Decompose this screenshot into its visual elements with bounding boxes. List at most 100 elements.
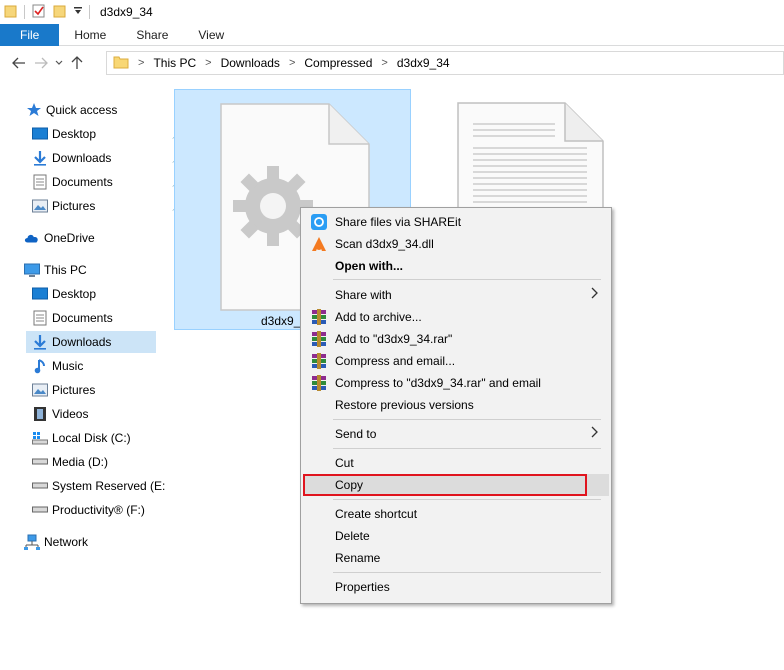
properties-quick-icon[interactable] (31, 3, 47, 22)
file-item-text[interactable] (455, 100, 607, 213)
nav-item-pictures[interactable]: Pictures 📌 (32, 195, 188, 217)
menu-item-delete[interactable]: Delete (303, 525, 609, 547)
menu-item-share-shareit[interactable]: Share files via SHAREit (303, 211, 609, 233)
breadcrumb-downloads[interactable]: Downloads (221, 56, 280, 70)
navigation-pane: Quick access Desktop 📌 Downloads 📌 Docum… (0, 86, 184, 670)
nav-item-quick-access[interactable]: Quick access (26, 99, 182, 121)
menu-label: Scan d3dx9_34.dll (335, 237, 434, 251)
nav-item-pc-downloads[interactable]: Downloads (26, 331, 156, 353)
title-bar: d3dx9_34 (0, 0, 784, 24)
nav-label: Downloads (52, 335, 112, 349)
recent-locations-chevron-icon[interactable] (52, 52, 66, 74)
nav-item-onedrive[interactable]: OneDrive (24, 227, 180, 249)
nav-label: Quick access (46, 103, 118, 117)
nav-item-pc-desktop[interactable]: Desktop (32, 283, 188, 305)
menu-item-add-to-archive[interactable]: Add to archive... (303, 306, 609, 328)
ribbon-tabs: File Home Share View (0, 24, 784, 46)
menu-label: Open with... (335, 259, 403, 273)
tab-share[interactable]: Share (121, 24, 183, 46)
nav-item-pc-pictures[interactable]: Pictures (32, 379, 188, 401)
tab-file[interactable]: File (0, 24, 60, 46)
nav-item-pc-documents[interactable]: Documents (32, 307, 188, 329)
customize-quick-access-icon[interactable] (73, 5, 83, 19)
menu-label: Send to (335, 427, 377, 441)
avast-icon (311, 236, 327, 252)
nav-label: Desktop (52, 127, 97, 141)
chevron-right-icon[interactable]: > (196, 57, 220, 69)
menu-item-send-to[interactable]: Send to (303, 423, 609, 445)
forward-arrow-icon[interactable] (30, 52, 52, 74)
divider (24, 5, 25, 19)
nav-label: Videos (52, 407, 89, 421)
menu-label: Delete (335, 529, 370, 543)
nav-label: Documents (52, 175, 113, 189)
nav-label: OneDrive (44, 231, 95, 245)
breadcrumb-this-pc[interactable]: This PC (153, 56, 196, 70)
nav-item-system-reserved-e[interactable]: System Reserved (E: (32, 475, 188, 497)
windows-drive-icon (32, 430, 48, 446)
menu-label: Compress and email... (335, 354, 456, 368)
menu-label: Restore previous versions (335, 398, 474, 412)
nav-item-desktop[interactable]: Desktop 📌 (32, 123, 188, 145)
pictures-icon (32, 382, 48, 398)
window-title: d3dx9_34 (100, 5, 153, 19)
winrar-icon (311, 331, 327, 347)
menu-label: Properties (335, 580, 390, 594)
nav-item-music[interactable]: Music (32, 355, 188, 377)
menu-label: Add to archive... (335, 310, 422, 324)
menu-item-cut[interactable]: Cut (303, 452, 609, 474)
music-note-icon (32, 358, 48, 374)
nav-label: Productivity® (F:) (52, 503, 145, 517)
copy-highlight-box (303, 474, 587, 496)
menu-divider (333, 419, 601, 420)
nav-item-local-disk-c[interactable]: Local Disk (C:) (32, 427, 188, 449)
menu-label: Rename (335, 551, 381, 565)
chevron-right-icon[interactable]: > (372, 57, 396, 69)
tab-home[interactable]: Home (59, 24, 121, 46)
nav-item-media-d[interactable]: Media (D:) (32, 451, 188, 473)
nav-item-productivity-f[interactable]: Productivity® (F:) (32, 499, 188, 521)
menu-item-add-to-rar[interactable]: Add to "d3dx9_34.rar" (303, 328, 609, 350)
chevron-right-icon (591, 287, 599, 302)
context-menu: Share files via SHAREit Scan d3dx9_34.dl… (300, 207, 612, 604)
nav-label: Music (52, 359, 84, 373)
breadcrumb-d3dx9-34[interactable]: d3dx9_34 (397, 56, 450, 70)
nav-item-this-pc[interactable]: This PC (24, 259, 180, 281)
menu-label: Create shortcut (335, 507, 418, 521)
drive-icon (32, 478, 48, 494)
documents-icon (32, 174, 48, 190)
back-arrow-icon[interactable] (8, 52, 30, 74)
nav-label: Downloads (52, 151, 112, 165)
breadcrumb-compressed[interactable]: Compressed (304, 56, 372, 70)
nav-item-network[interactable]: Network (24, 531, 180, 553)
folder-icon[interactable] (4, 4, 18, 21)
menu-label: Share files via SHAREit (335, 215, 462, 229)
menu-item-scan[interactable]: Scan d3dx9_34.dll (303, 233, 609, 255)
drive-icon (32, 454, 48, 470)
menu-item-open-with[interactable]: Open with... (303, 255, 609, 277)
nav-label: Media (D:) (52, 455, 109, 469)
tab-view[interactable]: View (183, 24, 239, 46)
nav-label: Documents (52, 311, 113, 325)
nav-item-videos[interactable]: Videos (32, 403, 188, 425)
nav-item-downloads[interactable]: Downloads 📌 (32, 147, 188, 169)
menu-item-rename[interactable]: Rename (303, 547, 609, 569)
nav-item-documents[interactable]: Documents 📌 (32, 171, 188, 193)
chevron-right-icon (591, 426, 599, 441)
menu-item-properties[interactable]: Properties (303, 576, 609, 598)
new-folder-quick-icon[interactable] (53, 4, 67, 21)
menu-item-share-with[interactable]: Share with (303, 284, 609, 306)
address-bar[interactable]: > This PC > Downloads > Compressed > d3d… (106, 51, 784, 75)
menu-item-compress-email[interactable]: Compress and email... (303, 350, 609, 372)
pictures-icon (32, 198, 48, 214)
menu-item-compress-rar-email[interactable]: Compress to "d3dx9_34.rar" and email (303, 372, 609, 394)
chevron-right-icon[interactable]: > (280, 57, 304, 69)
divider (89, 5, 90, 19)
up-arrow-icon[interactable] (66, 52, 88, 74)
menu-label: Share with (335, 288, 392, 302)
menu-item-create-shortcut[interactable]: Create shortcut (303, 503, 609, 525)
download-arrow-icon (32, 150, 48, 166)
chevron-right-icon[interactable]: > (129, 57, 153, 69)
menu-item-restore-previous-versions[interactable]: Restore previous versions (303, 394, 609, 416)
nav-label: This PC (44, 263, 87, 277)
